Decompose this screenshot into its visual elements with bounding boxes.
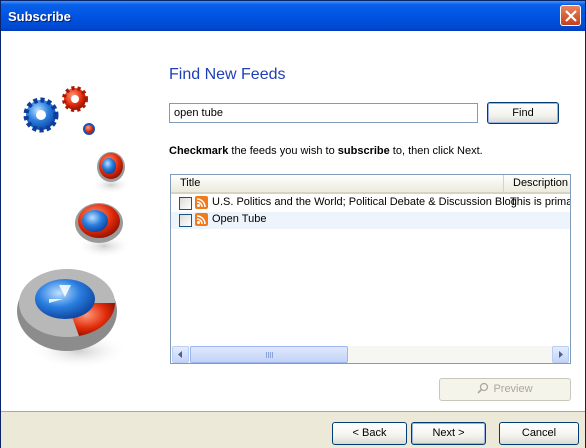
disc-small-icon [97, 152, 125, 182]
list-item[interactable]: Open Tube [171, 212, 570, 229]
chevron-left-icon [178, 351, 182, 358]
wizard-illustration [17, 86, 132, 369]
rss-feed-icon [195, 213, 208, 226]
column-header-description[interactable]: Description [505, 175, 570, 192]
button-bar [1, 411, 585, 448]
list-item[interactable]: U.S. Politics and the World; Political D… [171, 195, 570, 212]
feed-checkbox[interactable] [179, 214, 192, 227]
scroll-thumb[interactable] [190, 346, 348, 363]
magnifier-icon [477, 382, 489, 394]
title-bar[interactable]: Subscribe [1, 1, 585, 31]
feed-list[interactable]: Title Description U.S. Politics and the … [170, 174, 571, 364]
close-icon [565, 10, 577, 22]
search-input[interactable] [169, 103, 478, 123]
disc-medium-icon [75, 203, 123, 243]
feed-description: This is primar [510, 196, 571, 208]
list-header: Title Description [171, 175, 570, 194]
feed-title: Open Tube [212, 213, 267, 225]
page-title: Find New Feeds [169, 66, 286, 83]
chevron-right-icon [559, 351, 563, 358]
scroll-right-button[interactable] [552, 346, 569, 363]
scroll-left-button[interactable] [172, 346, 189, 363]
back-button[interactable]: < Back [332, 422, 407, 445]
find-button[interactable]: Find [487, 102, 559, 124]
disc-large-icon [17, 269, 117, 351]
preview-label: Preview [493, 383, 533, 395]
instruction-text: Checkmark the feeds you wish to subscrib… [169, 145, 483, 157]
horizontal-scrollbar[interactable] [172, 346, 569, 363]
preview-content: Preview [477, 379, 533, 400]
feed-checkbox[interactable] [179, 197, 192, 210]
small-gear-icon [83, 123, 95, 135]
column-header-title[interactable]: Title [171, 175, 504, 192]
subscribe-dialog: Subscribe Find New Feeds open tube Find … [0, 0, 586, 448]
next-button[interactable]: Next > [411, 422, 486, 445]
window-title: Subscribe [8, 9, 71, 24]
red-gear-icon [62, 86, 88, 112]
feed-title: U.S. Politics and the World; Political D… [212, 196, 517, 208]
close-button[interactable] [560, 5, 581, 26]
rss-feed-icon [195, 196, 208, 209]
preview-button[interactable]: Preview [439, 378, 571, 401]
cancel-button[interactable]: Cancel [499, 422, 579, 445]
blue-gear-icon [23, 97, 59, 133]
